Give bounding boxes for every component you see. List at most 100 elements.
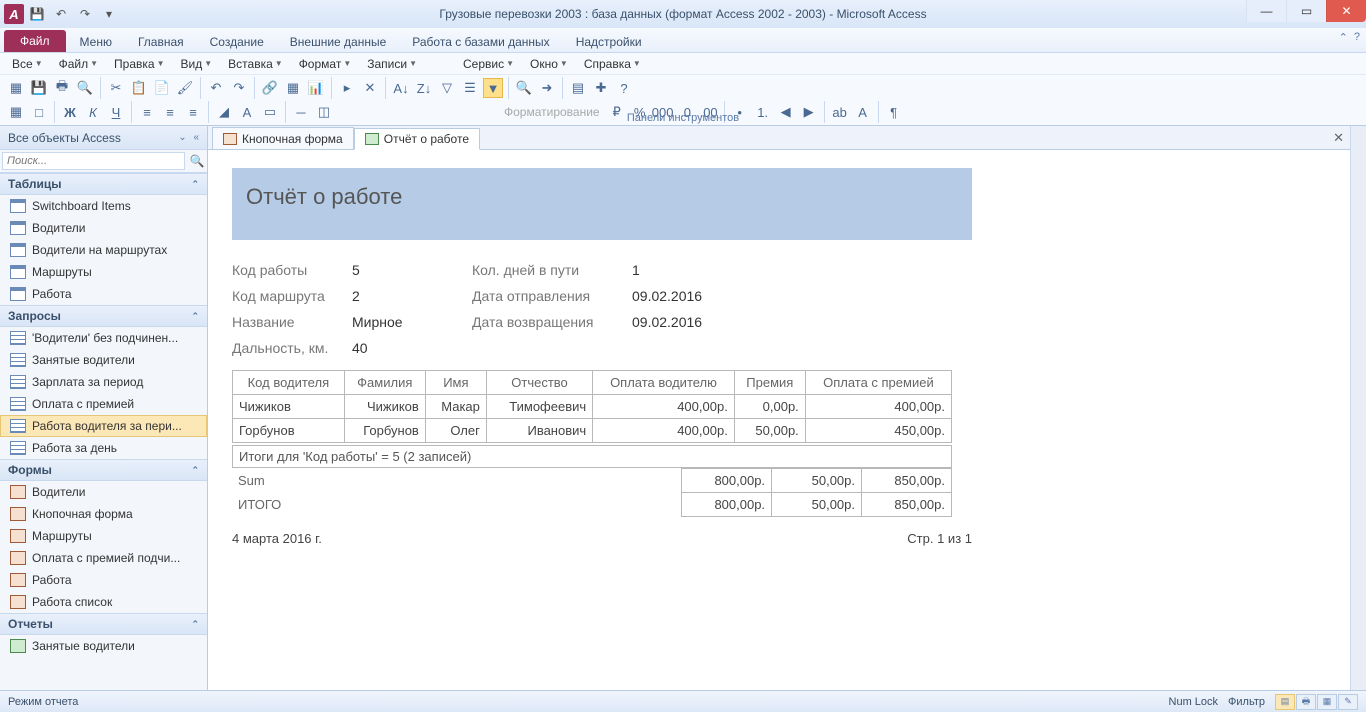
tb-list-num-icon[interactable]: 1. [753,102,773,122]
tb-hyperlink-icon[interactable]: 🔗 [260,78,280,98]
tb-cut-icon[interactable]: ✂ [106,78,126,98]
nav-item[interactable]: Занятые водители [0,349,207,371]
status-filter[interactable]: Фильтр [1228,696,1265,708]
ribbon-tab-home[interactable]: Главная [126,31,196,52]
ribbon-tab-dbtools[interactable]: Работа с базами данных [400,31,561,52]
tb-save-icon[interactable]: 💾 [29,78,49,98]
ribbon-tab-addins[interactable]: Надстройки [564,31,654,52]
ribbon-tab-create[interactable]: Создание [198,31,276,52]
menu-file[interactable]: Файл▼ [51,55,106,73]
tb-goto-icon[interactable]: ➜ [537,78,557,98]
nav-group-header[interactable]: Запросы⌃ [0,305,207,327]
tb-new-record-icon[interactable]: ▸ [337,78,357,98]
tb-currency-icon[interactable]: ₽ [607,102,627,122]
tb-ltr-icon[interactable]: ¶ [884,102,904,122]
ribbon-minimize-icon[interactable]: ⌃ [1339,31,1348,44]
tb-line-color-icon[interactable]: ▭ [260,102,280,122]
tb-delete-record-icon[interactable]: ✕ [360,78,380,98]
ribbon-tab-menu[interactable]: Меню [68,31,124,52]
qat-customize-icon[interactable]: ▾ [98,3,120,25]
close-button[interactable]: ✕ [1326,0,1366,22]
tb-sort-desc-icon[interactable]: Z↓ [414,78,434,98]
tb-fill-color-icon[interactable]: ◢ [214,102,234,122]
tb-copy-icon[interactable]: 📋 [129,78,149,98]
menu-format[interactable]: Формат▼ [291,55,360,73]
view-report-icon[interactable]: ▤ [1275,694,1295,710]
menu-insert[interactable]: Вставка▼ [220,55,291,73]
document-tab[interactable]: Отчёт о работе [354,128,480,150]
menu-edit[interactable]: Правка▼ [106,55,172,73]
nav-item[interactable]: Работа [0,569,207,591]
search-icon[interactable]: 🔍 [187,150,207,172]
nav-item[interactable]: Маршруты [0,261,207,283]
tb-paste-icon[interactable]: 📄 [152,78,172,98]
view-print-icon[interactable]: 🖶 [1296,694,1316,710]
menu-all[interactable]: Все▼ [4,55,51,73]
nav-collapse-icon[interactable]: « [193,132,199,143]
tb-align-left-icon[interactable]: ≡ [137,102,157,122]
tb-toggle-filter-icon[interactable]: ▼ [483,78,503,98]
tb-help-icon[interactable]: ? [614,78,634,98]
tb-view-icon[interactable]: ▦ [6,78,26,98]
qat-undo-icon[interactable]: ↶ [50,3,72,25]
tb-indent-icon[interactable]: ▶ [799,102,819,122]
tb-object-icon[interactable]: □ [29,102,49,122]
nav-item[interactable]: Оплата с премией подчи... [0,547,207,569]
close-document-icon[interactable]: ✕ [1333,130,1344,146]
nav-dropdown-icon[interactable]: ⌄ [178,132,186,143]
nav-item[interactable]: Водители на маршрутах [0,239,207,261]
tb-font-color-icon[interactable]: A [237,102,257,122]
tb-align-right-icon[interactable]: ≡ [183,102,203,122]
tb-print-icon[interactable]: 🖶 [52,78,72,98]
help-icon[interactable]: ? [1354,31,1360,44]
nav-item[interactable]: Маршруты [0,525,207,547]
tb-outdent-icon[interactable]: ◀ [776,102,796,122]
nav-item[interactable]: Работа водителя за пери... [0,415,207,437]
nav-group-header[interactable]: Таблицы⌃ [0,173,207,195]
qat-redo-icon[interactable]: ↷ [74,3,96,25]
tb-filter-sel-icon[interactable]: ▽ [437,78,457,98]
tb-special-effect-icon[interactable]: ◫ [314,102,334,122]
nav-item[interactable]: Водители [0,481,207,503]
menu-help[interactable]: Справка▼ [576,55,649,73]
tb-sort-asc-icon[interactable]: A↓ [391,78,411,98]
menu-window[interactable]: Окно▼ [522,55,576,73]
tb-format-painter-icon[interactable]: 🖌 [175,78,195,98]
nav-item[interactable]: Switchboard Items [0,195,207,217]
nav-item[interactable]: Оплата с премией [0,393,207,415]
nav-search-input[interactable] [2,152,185,170]
nav-item[interactable]: Водители [0,217,207,239]
tb-align-center-icon[interactable]: ≡ [160,102,180,122]
tb-line-width-icon[interactable]: ─ [291,102,311,122]
tb-undo-icon[interactable]: ↶ [206,78,226,98]
tb-preview-icon[interactable]: 🔍 [75,78,95,98]
qat-save-icon[interactable]: 💾 [26,3,48,25]
nav-item[interactable]: Кнопочная форма [0,503,207,525]
tb-chart-icon[interactable]: 📊 [306,78,326,98]
tb-view2-icon[interactable]: ▦ [6,102,26,122]
minimize-button[interactable]: — [1246,0,1286,22]
nav-item[interactable]: Занятые водители [0,635,207,657]
menu-view[interactable]: Вид▼ [173,55,221,73]
view-layout-icon[interactable]: ▦ [1317,694,1337,710]
maximize-button[interactable]: ▭ [1286,0,1326,22]
nav-group-header[interactable]: Отчеты⌃ [0,613,207,635]
nav-header[interactable]: Все объекты Access ⌄ « [0,126,207,150]
nav-item[interactable]: Работа список [0,591,207,613]
nav-item[interactable]: Зарплата за период [0,371,207,393]
tb-table-icon[interactable]: ▦ [283,78,303,98]
menu-service[interactable]: Сервис▼ [455,55,522,73]
tb-text-color-icon[interactable]: A [853,102,873,122]
menu-records[interactable]: Записи▼ [359,55,425,73]
tb-highlight-icon[interactable]: ab [830,102,850,122]
vertical-scrollbar[interactable] [1350,126,1366,690]
tb-bold-icon[interactable]: Ж [60,102,80,122]
tb-find-icon[interactable]: 🔍 [514,78,534,98]
ribbon-tab-external[interactable]: Внешние данные [278,31,399,52]
tb-db-window-icon[interactable]: ▤ [568,78,588,98]
nav-group-header[interactable]: Формы⌃ [0,459,207,481]
tb-italic-icon[interactable]: К [83,102,103,122]
document-tab[interactable]: Кнопочная форма [212,127,354,149]
nav-item[interactable]: Работа за день [0,437,207,459]
nav-item[interactable]: Работа [0,283,207,305]
